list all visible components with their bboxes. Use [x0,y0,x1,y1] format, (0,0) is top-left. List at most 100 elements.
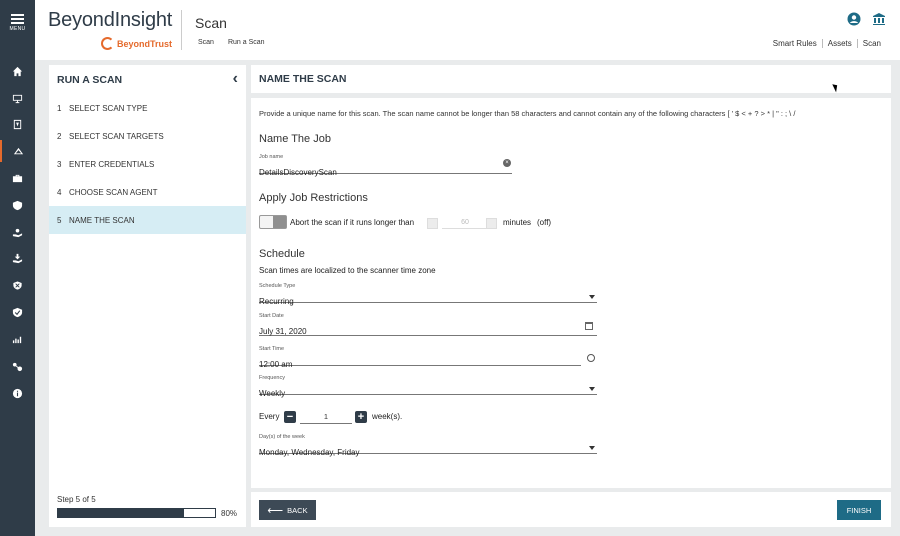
days-label: Day(s) of the week [259,434,305,440]
bank-icon[interactable] [872,12,886,26]
frequency-value: Weekly [259,389,286,398]
wizard-footer: ⟵ BACK FINISH [251,492,891,527]
app-header: BeyondInsight BeyondTrust Scan Scan Run … [35,0,900,60]
shield-icon[interactable] [0,194,35,216]
briefcase-icon[interactable] [0,167,35,189]
restriction-state: (off) [537,218,552,227]
minutes-input: 60 [442,219,488,229]
toggle-knob [273,216,286,228]
step-number: 1 [57,103,62,113]
brand-title: BeyondInsight [48,9,173,31]
shield-x-icon[interactable] [0,274,35,296]
step-progress-text: Step 5 of 5 [57,495,96,504]
calendar-icon[interactable] [585,322,593,330]
scan-icon[interactable] [0,140,35,162]
every-label: Every [259,412,280,421]
start-date-field[interactable]: July 31, 2020 [259,321,597,336]
step-number: 2 [57,131,62,141]
progress-bar-fill [58,509,184,517]
clock-icon[interactable] [587,354,595,362]
connections-icon[interactable] [0,355,35,377]
wizard-steps-panel: RUN A SCAN ‹ 1 SELECT SCAN TYPE 2 SELECT S… [49,65,246,527]
step-number: 3 [57,159,62,169]
steps-title: RUN A SCAN [57,74,123,86]
job-name-field[interactable]: DetailsDiscoveryScan [259,162,512,177]
schedule-type-label: Schedule Type [259,283,296,289]
step-number: 4 [57,187,62,197]
frequency-label: Frequency [259,375,285,381]
step-name-the-scan[interactable]: 5 NAME THE SCAN [49,206,246,234]
start-date-label: Start Date [259,313,284,319]
monitor-icon[interactable] [0,87,35,109]
section-title: NAME THE SCAN [259,73,347,85]
minutes-label: minutes [503,218,532,227]
link-smart-rules[interactable]: Smart Rules [768,39,822,48]
header-links: Smart Rules Assets Scan [768,39,886,48]
start-time-value: 12:00 am [259,360,293,369]
link-scan[interactable]: Scan [856,39,886,48]
days-value: Monday, Wednesday, Friday [259,448,360,457]
step-label: SELECT SCAN TYPE [69,103,148,113]
restriction-toggle[interactable] [259,215,287,229]
schedule-type-value: Recurring [259,297,294,306]
deploy-icon[interactable] [0,247,35,269]
step-select-scan-type[interactable]: 1 SELECT SCAN TYPE [49,94,246,122]
chevron-down-icon [589,387,595,391]
schedule-type-select[interactable]: Recurring [259,291,597,306]
finish-label: FINISH [846,505,872,515]
clear-icon[interactable]: × [503,159,511,167]
progress-bar [57,508,216,518]
finish-button[interactable]: FINISH [837,500,881,520]
step-label: ENTER CREDENTIALS [69,159,155,169]
step-enter-credentials[interactable]: 3 ENTER CREDENTIALS [49,150,246,178]
weeks-label: week(s). [372,412,403,421]
schedule-heading: Schedule [259,248,305,260]
hamburger-icon [11,14,24,24]
intro-text: Provide a unique name for this scan. The… [259,109,796,118]
chevron-down-icon [589,295,595,299]
menu-button[interactable]: MENU [0,14,35,32]
beyondtrust-logo: BeyondTrust [101,37,172,50]
breadcrumb: Scan Run a Scan [198,39,265,46]
back-label: BACK [287,505,308,515]
start-time-label: Start Time [259,346,285,352]
decrement-weeks-button[interactable]: − [284,411,296,423]
hand-icon[interactable] [0,221,35,243]
increment-minutes-button [486,218,497,229]
restrictions-heading: Apply Job Restrictions [259,192,368,204]
header-icons [847,12,886,26]
analytics-icon[interactable] [0,328,35,350]
progress-percent: 80% [221,509,238,518]
step-number: 5 [57,215,62,225]
collapse-chevron-icon[interactable]: ‹ [233,70,238,88]
nav-rail: MENU [0,0,35,536]
page-title: Scan [195,15,227,31]
breadcrumb-run-a-scan: Run a Scan [227,39,265,46]
schedule-note: Scan times are localized to the scanner … [259,266,436,275]
step-label: CHOOSE SCAN AGENT [69,187,158,197]
main-header: NAME THE SCAN [251,65,891,93]
home-icon[interactable] [0,60,35,82]
report-icon[interactable] [0,113,35,135]
user-icon[interactable] [847,12,861,26]
back-button[interactable]: ⟵ BACK [259,500,316,520]
breadcrumb-scan[interactable]: Scan [198,39,214,46]
step-choose-scan-agent[interactable]: 4 CHOOSE SCAN AGENT [49,178,246,206]
menu-label: MENU [9,26,26,32]
logo-text: BeyondTrust [117,38,173,49]
step-select-scan-targets[interactable]: 2 SELECT SCAN TARGETS [49,122,246,150]
frequency-select[interactable]: Weekly [259,383,597,398]
start-time-field[interactable]: 12:00 am [259,354,581,369]
days-select[interactable]: Monday, Wednesday, Friday [259,442,597,457]
shield-check-icon[interactable] [0,301,35,323]
start-date-value: July 31, 2020 [259,327,307,336]
increment-weeks-button[interactable]: + [355,411,367,423]
main-form: Provide a unique name for this scan. The… [251,98,891,488]
step-label: SELECT SCAN TARGETS [69,131,164,141]
name-job-heading: Name The Job [259,133,331,145]
info-icon[interactable] [0,382,35,404]
every-input[interactable]: 1 [300,411,352,424]
abort-text: Abort the scan if it runs longer than [290,218,415,227]
link-assets[interactable]: Assets [821,39,857,48]
decrement-minutes-button [427,218,438,229]
